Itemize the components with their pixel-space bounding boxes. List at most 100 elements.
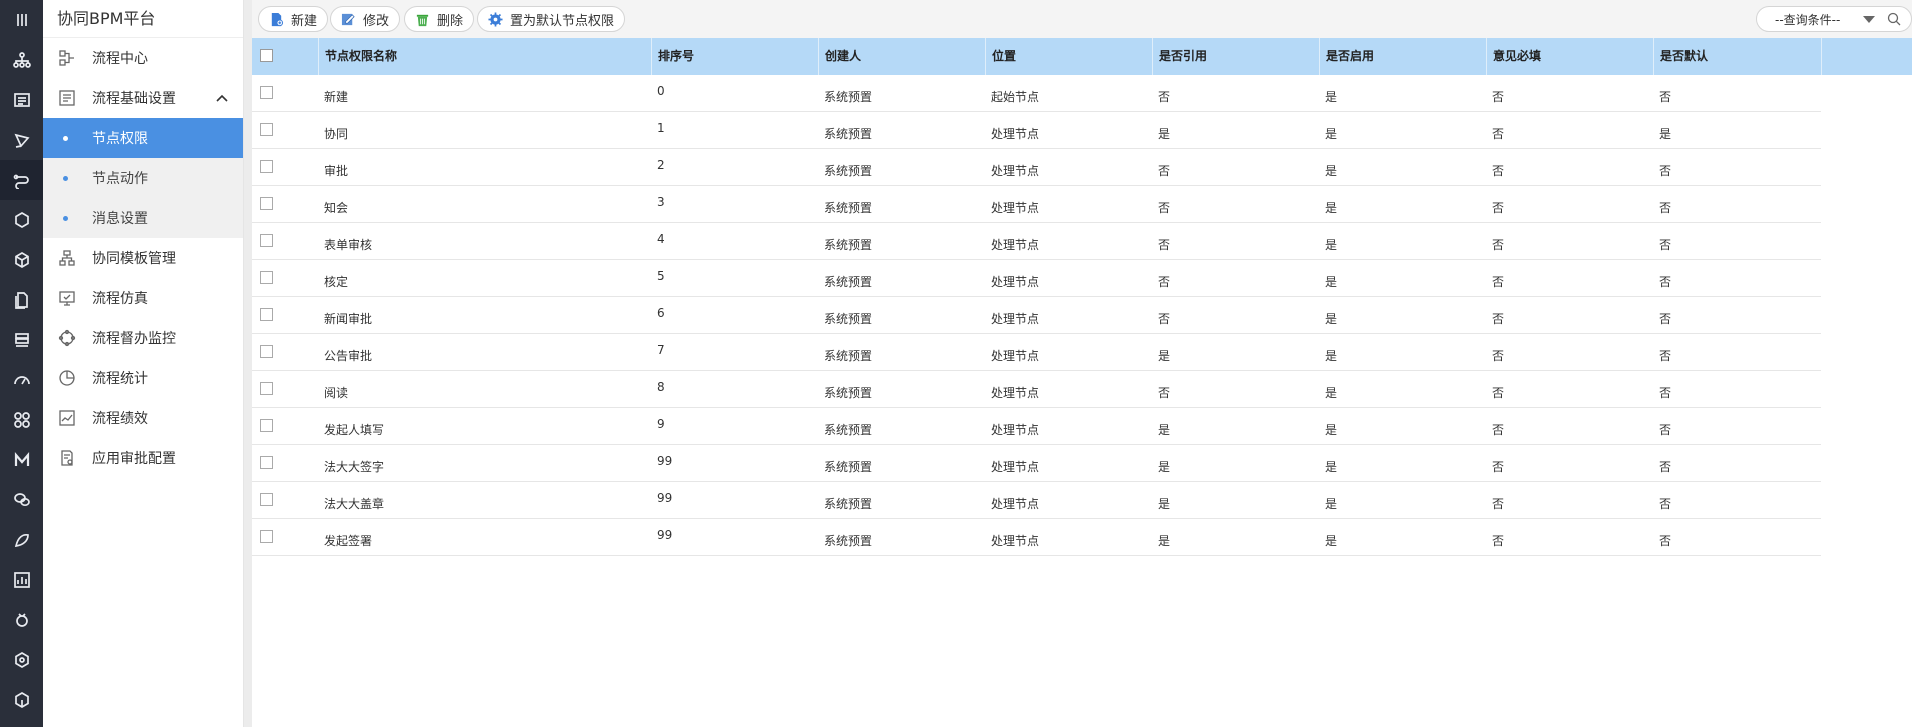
table-row[interactable]: 阅读 8 系统预置 处理节点 否 是 否 否 xyxy=(252,371,1821,408)
column-header[interactable]: 是否启用 xyxy=(1319,38,1486,75)
fan-icon[interactable] xyxy=(0,400,43,440)
query-condition-select[interactable]: --查询条件-- xyxy=(1756,6,1912,32)
chevron-up-icon[interactable] xyxy=(215,91,229,105)
server-icon[interactable] xyxy=(0,320,43,360)
wechat-icon[interactable] xyxy=(0,480,43,520)
row-checkbox[interactable] xyxy=(260,271,273,284)
row-checkbox[interactable] xyxy=(260,419,273,432)
query-condition-label: --查询条件-- xyxy=(1775,12,1841,27)
column-header[interactable]: 排序号 xyxy=(651,38,818,75)
table-cell: 否 xyxy=(1158,164,1171,178)
new-button[interactable]: 新建 xyxy=(258,6,329,32)
table-cell: 否 xyxy=(1492,164,1505,178)
dashboard-icon[interactable] xyxy=(0,360,43,400)
sidebar-item-flow-basic-settings[interactable]: 流程基础设置 xyxy=(43,78,243,118)
table-cell: 否 xyxy=(1659,460,1672,474)
sidebar-subitem-node-permission[interactable]: 节点权限 xyxy=(43,118,243,158)
column-header[interactable]: 位置 xyxy=(985,38,1152,75)
sidebar-item-label: 流程绩效 xyxy=(92,411,148,427)
menu-grid-icon[interactable] xyxy=(0,0,43,40)
table-cell: 9 xyxy=(657,417,665,431)
row-checkbox[interactable] xyxy=(260,160,273,173)
sidebar-item-flow-center[interactable]: 流程中心 xyxy=(43,38,243,78)
box-icon[interactable] xyxy=(0,240,43,280)
sidebar-item-approval-config[interactable]: 应用审批配置 xyxy=(43,438,243,478)
table-cell: 否 xyxy=(1492,423,1505,437)
sidebar-item-template-management[interactable]: 协同模板管理 xyxy=(43,238,243,278)
sidebar-subitem-message-settings[interactable]: 消息设置 xyxy=(43,198,243,238)
bar-chart-icon[interactable] xyxy=(0,560,43,600)
row-checkbox[interactable] xyxy=(260,493,273,506)
table-cell: 否 xyxy=(1659,497,1672,511)
edit-button[interactable]: 修改 xyxy=(330,6,401,32)
row-checkbox[interactable] xyxy=(260,197,273,210)
column-header[interactable]: 是否引用 xyxy=(1152,38,1319,75)
table-cell: 处理节点 xyxy=(991,460,1040,474)
table-row[interactable]: 核定 5 系统预置 处理节点 否 是 否 否 xyxy=(252,260,1821,297)
sidebar-subitem-label: 节点权限 xyxy=(92,131,148,147)
row-checkbox[interactable] xyxy=(260,530,273,543)
table-cell: 是 xyxy=(1325,127,1338,141)
row-checkbox[interactable] xyxy=(260,345,273,358)
mail-m-icon[interactable] xyxy=(0,440,43,480)
row-checkbox[interactable] xyxy=(260,382,273,395)
table-cell: 7 xyxy=(657,343,665,357)
table-row[interactable]: 法大大盖章 99 系统预置 处理节点 是 是 否 否 xyxy=(252,482,1821,519)
org-chart-icon[interactable] xyxy=(0,40,43,80)
table-row[interactable]: 发起签署 99 系统预置 处理节点 是 是 否 否 xyxy=(252,519,1821,556)
pen-icon[interactable] xyxy=(0,120,43,160)
table-cell: 处理节点 xyxy=(991,238,1040,252)
row-checkbox[interactable] xyxy=(260,86,273,99)
column-header[interactable]: 节点权限名称 xyxy=(318,38,651,75)
approval-config-icon xyxy=(57,448,77,468)
row-checkbox[interactable] xyxy=(260,234,273,247)
table-cell: 否 xyxy=(1158,275,1171,289)
row-checkbox[interactable] xyxy=(260,123,273,136)
table-cell: 99 xyxy=(657,528,673,542)
table-cell: 是 xyxy=(1158,423,1171,437)
table-cell: 处理节点 xyxy=(991,386,1040,400)
table-header: 节点权限名称 排序号 创建人 位置 是否引用 是否启用 意见必填 是否默认 xyxy=(252,38,1912,75)
table-row[interactable]: 审批 2 系统预置 处理节点 否 是 否 否 xyxy=(252,149,1821,186)
table-cell: 系统预置 xyxy=(824,312,873,326)
robot-icon[interactable] xyxy=(0,600,43,640)
table-cell: 系统预置 xyxy=(824,386,873,400)
search-icon[interactable] xyxy=(1887,12,1901,26)
row-checkbox[interactable] xyxy=(260,456,273,469)
delete-button-label: 删除 xyxy=(437,13,464,29)
table-cell: 否 xyxy=(1659,201,1672,215)
table-row[interactable]: 协同 1 系统预置 处理节点 是 是 否 是 xyxy=(252,112,1821,149)
sidebar-item-flow-simulation[interactable]: 流程仿真 xyxy=(43,278,243,318)
leaf-icon[interactable] xyxy=(0,520,43,560)
column-header[interactable]: 意见必填 xyxy=(1486,38,1653,75)
sidebar-item-flow-performance[interactable]: 流程绩效 xyxy=(43,398,243,438)
set-default-permission-button[interactable]: 置为默认节点权限 xyxy=(477,6,626,32)
package-icon[interactable] xyxy=(0,680,43,720)
workflow-icon[interactable] xyxy=(0,160,43,200)
delete-button[interactable]: 删除 xyxy=(404,6,475,32)
sidebar-title: 协同BPM平台 xyxy=(43,0,243,38)
column-header[interactable]: 创建人 xyxy=(818,38,985,75)
document-icon[interactable] xyxy=(0,280,43,320)
row-checkbox[interactable] xyxy=(260,308,273,321)
table-cell: 否 xyxy=(1492,201,1505,215)
column-header[interactable]: 是否默认 xyxy=(1653,38,1821,75)
table-cell: 3 xyxy=(657,195,665,209)
table-cell: 否 xyxy=(1492,534,1505,548)
sidebar-subitem-node-action[interactable]: 节点动作 xyxy=(43,158,243,198)
template-icon xyxy=(57,248,77,268)
table-row[interactable]: 表单审核 4 系统预置 处理节点 否 是 否 否 xyxy=(252,223,1821,260)
cube-badge-icon[interactable] xyxy=(0,200,43,240)
select-all-checkbox[interactable] xyxy=(260,49,273,62)
table-row[interactable]: 公告审批 7 系统预置 处理节点 是 是 否 否 xyxy=(252,334,1821,371)
table-row[interactable]: 新建 0 系统预置 起始节点 否 是 否 否 xyxy=(252,75,1821,112)
sidebar-item-flow-supervise[interactable]: 流程督办监控 xyxy=(43,318,243,358)
table-row[interactable]: 新闻审批 6 系统预置 处理节点 否 是 否 否 xyxy=(252,297,1821,334)
hexagon-icon[interactable] xyxy=(0,640,43,680)
news-icon[interactable] xyxy=(0,80,43,120)
sidebar-item-flow-statistics[interactable]: 流程统计 xyxy=(43,358,243,398)
table-cell: 是 xyxy=(1325,201,1338,215)
table-row[interactable]: 知会 3 系统预置 处理节点 否 是 否 否 xyxy=(252,186,1821,223)
table-row[interactable]: 法大大签字 99 系统预置 处理节点 是 是 否 否 xyxy=(252,445,1821,482)
table-row[interactable]: 发起人填写 9 系统预置 处理节点 是 是 否 否 xyxy=(252,408,1821,445)
